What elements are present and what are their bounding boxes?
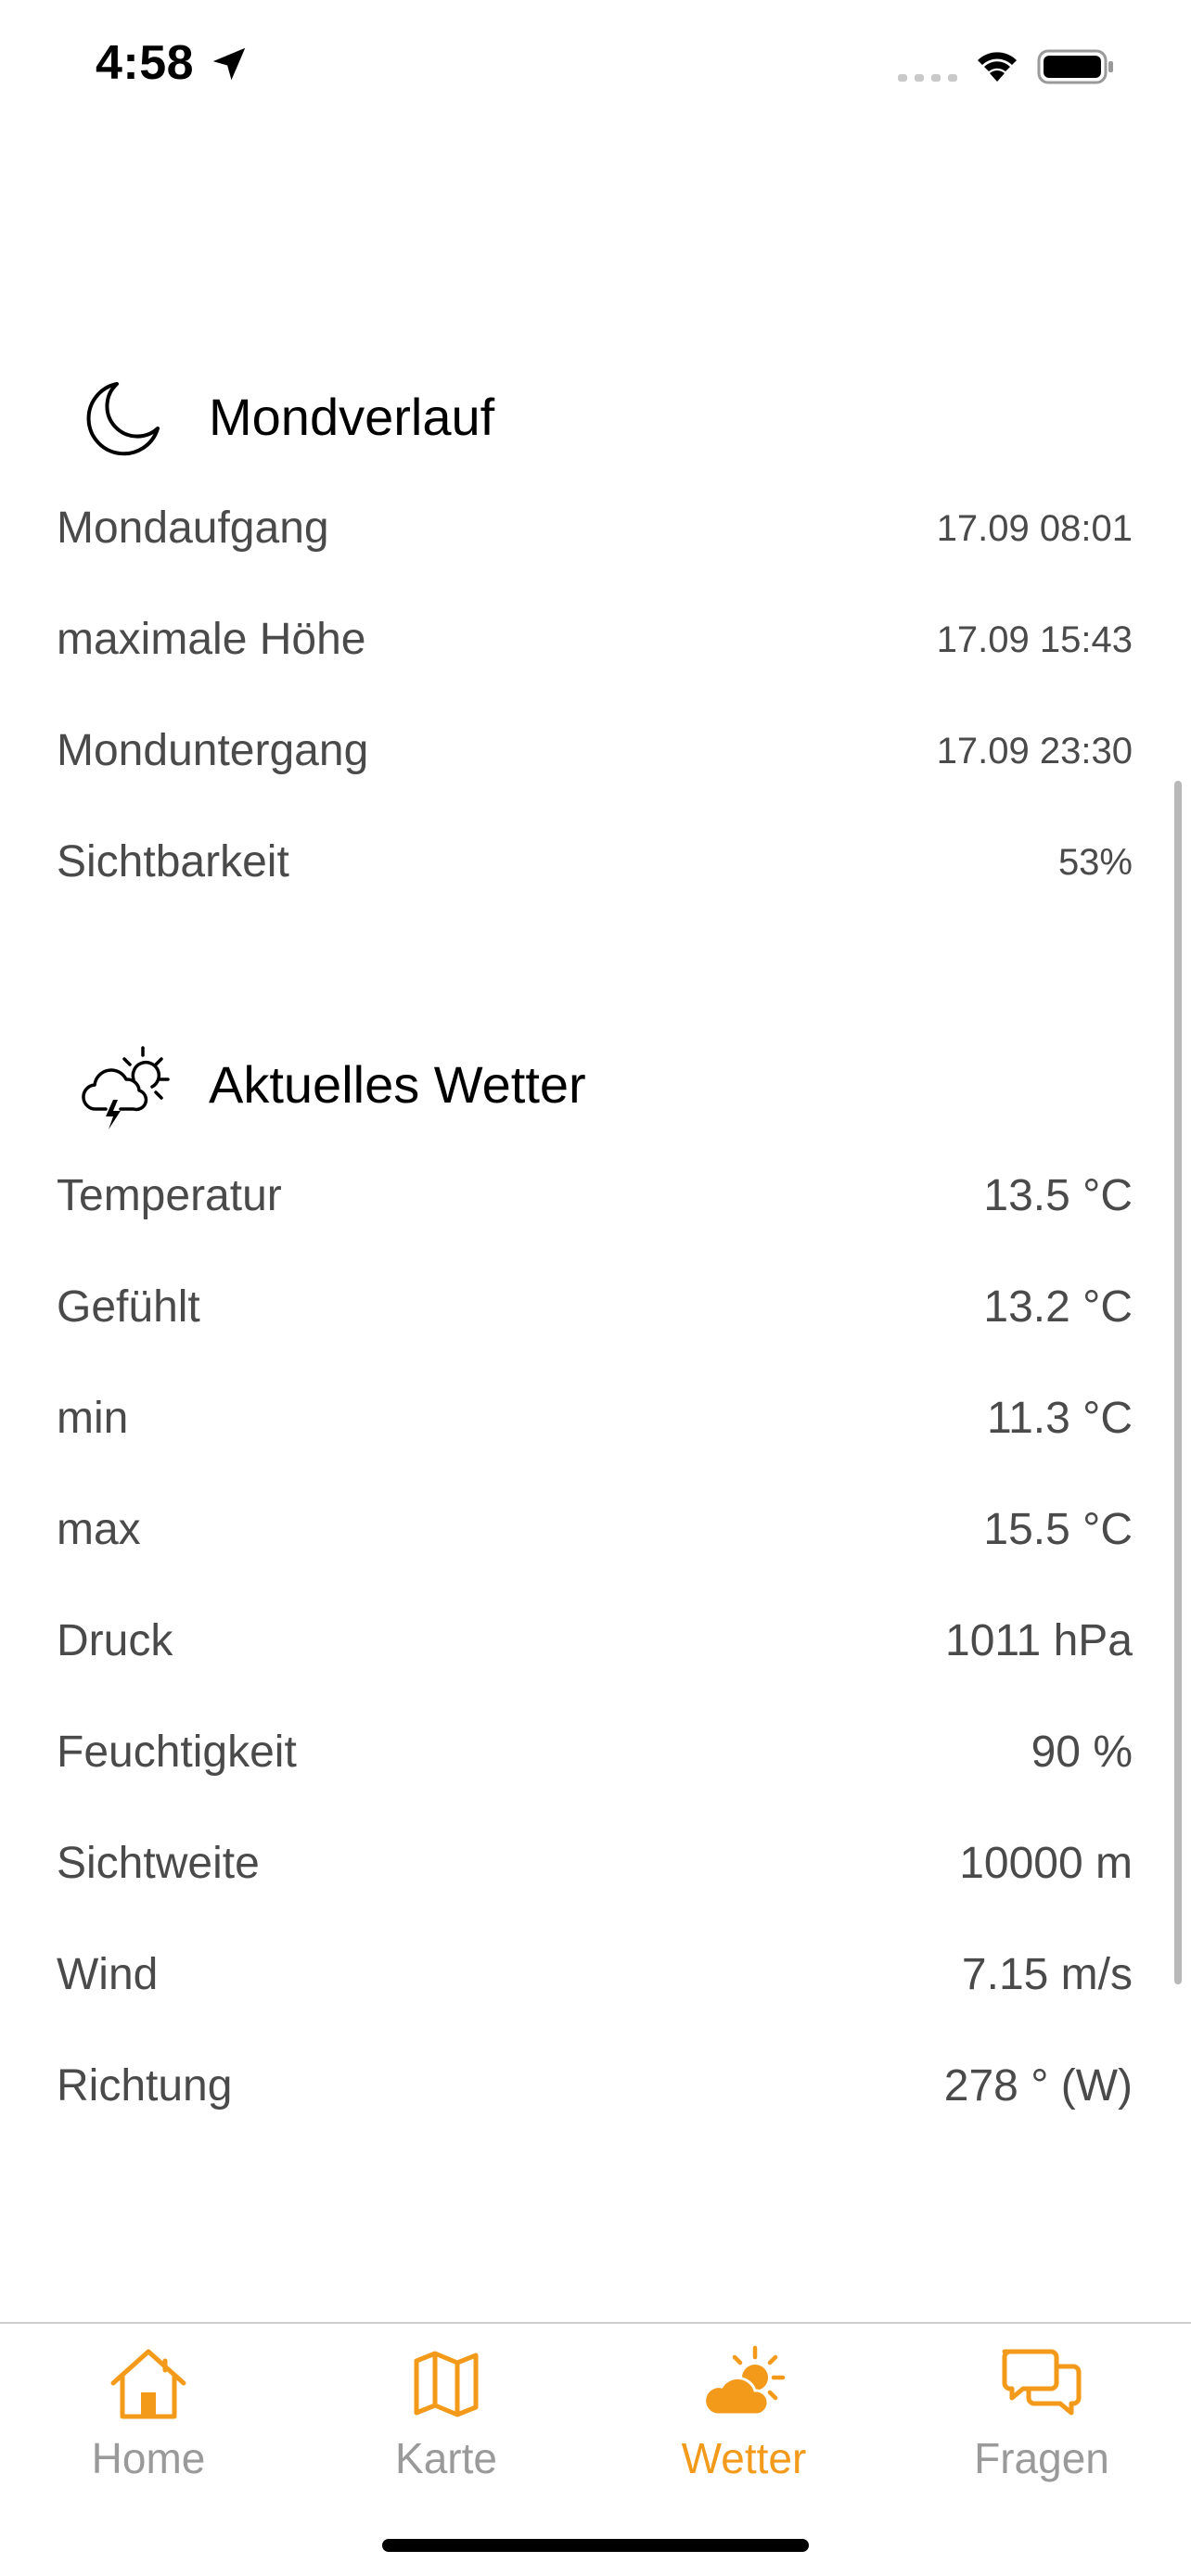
scroll-indicator[interactable] — [1174, 781, 1182, 1984]
weather-row: max 15.5 °C — [0, 1479, 1191, 1581]
moon-row: maximale Höhe 17.09 15:43 — [0, 589, 1191, 691]
home-indicator[interactable] — [382, 2539, 809, 2552]
moon-row: Monduntergang 17.09 23:30 — [0, 700, 1191, 802]
chat-bubbles-icon — [1002, 2349, 1082, 2416]
tab-karte[interactable]: Karte — [298, 2324, 595, 2509]
tab-label: Fragen — [974, 2434, 1109, 2482]
row-label: Richtung — [57, 2061, 233, 2111]
tab-label: Home — [91, 2434, 206, 2482]
moon-icon — [86, 382, 160, 456]
row-value: 15.5 °C — [983, 1505, 1133, 1554]
row-value: 13.2 °C — [983, 1282, 1133, 1332]
row-value: 90 % — [1031, 1728, 1133, 1777]
weather-section-header: Aktuelles Wetter — [0, 1039, 1191, 1131]
moon-row: Mondaufgang 17.09 08:01 — [0, 478, 1191, 580]
row-value: 7.15 m/s — [961, 1950, 1133, 1999]
weather-row: Richtung 278 ° (W) — [0, 2035, 1191, 2137]
weather-row: Sichtweite 10000 m — [0, 1813, 1191, 1915]
row-label: max — [57, 1505, 141, 1554]
weather-row: Wind 7.15 m/s — [0, 1924, 1191, 2026]
row-label: Temperatur — [57, 1171, 282, 1220]
tab-label: Wetter — [681, 2434, 807, 2482]
row-value: 17.09 15:43 — [936, 619, 1133, 660]
tab-wetter[interactable]: Wetter — [596, 2324, 892, 2509]
row-label: Mondaufgang — [57, 504, 329, 553]
moon-section-header: Mondverlauf — [0, 371, 1191, 464]
cloud-sun-bolt-icon — [82, 1046, 170, 1129]
house-icon — [110, 2349, 186, 2419]
row-label: Monduntergang — [57, 726, 369, 775]
moon-section-title: Mondverlauf — [209, 388, 495, 446]
row-value: 11.3 °C — [986, 1394, 1133, 1443]
row-label: Druck — [57, 1616, 173, 1665]
row-value: 278 ° (W) — [943, 2061, 1133, 2111]
row-label: Feuchtigkeit — [57, 1728, 297, 1777]
weather-row: Druck 1011 hPa — [0, 1590, 1191, 1692]
row-label: min — [57, 1394, 129, 1443]
cellular-signal-icon — [898, 74, 957, 82]
row-value: 53% — [1057, 842, 1133, 883]
row-label: Gefühlt — [57, 1282, 200, 1332]
weather-section-title: Aktuelles Wetter — [209, 1055, 586, 1114]
row-value: 17.09 23:30 — [936, 731, 1133, 772]
weather-screen: 4:58 Mondverlauf Mondaufgang 17.09 08:01… — [0, 0, 1191, 2576]
weather-row: Temperatur 13.5 °C — [0, 1145, 1191, 1247]
cloud-sun-icon — [703, 2345, 786, 2417]
weather-row: Feuchtigkeit 90 % — [0, 1702, 1191, 1804]
row-value: 1011 hPa — [945, 1616, 1133, 1665]
row-label: Sichtbarkeit — [57, 837, 289, 886]
row-label: Wind — [57, 1950, 159, 1999]
location-arrow-icon — [212, 47, 246, 81]
status-time: 4:58 — [96, 36, 195, 90]
row-value: 10000 m — [959, 1839, 1133, 1888]
row-label: maximale Höhe — [57, 615, 366, 664]
map-icon — [414, 2351, 479, 2417]
wifi-icon — [978, 52, 1017, 82]
battery-icon — [1037, 49, 1113, 84]
row-label: Sichtweite — [57, 1839, 260, 1888]
weather-row: min 11.3 °C — [0, 1368, 1191, 1470]
row-value: 17.09 08:01 — [936, 508, 1133, 549]
weather-row: Gefühlt 13.2 °C — [0, 1256, 1191, 1358]
tab-bar: Home Karte Wetter Fragen — [0, 2322, 1191, 2576]
row-value: 13.5 °C — [983, 1171, 1133, 1220]
tab-label: Karte — [395, 2434, 497, 2482]
tab-fragen[interactable]: Fragen — [893, 2324, 1190, 2509]
moon-row: Sichtbarkeit 53% — [0, 811, 1191, 913]
status-bar: 4:58 — [0, 0, 1191, 130]
tab-home[interactable]: Home — [0, 2324, 297, 2509]
